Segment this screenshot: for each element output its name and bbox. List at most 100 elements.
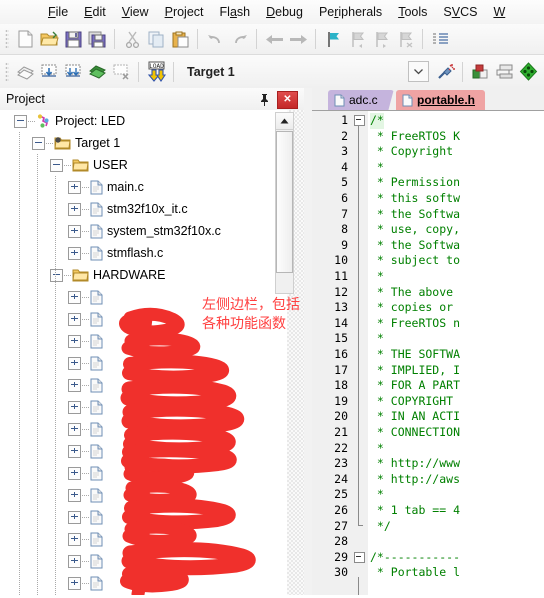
multi-project-icon[interactable]	[492, 60, 516, 84]
code-line[interactable]: 2 * FreeRTOS K	[312, 129, 544, 145]
code-line[interactable]: 20 * IN AN ACTI	[312, 409, 544, 425]
tree-expand-icon[interactable]	[68, 356, 81, 370]
tree-item-redacted[interactable]	[0, 308, 287, 330]
tree-expand-icon[interactable]	[68, 224, 81, 238]
bookmark-toggle-icon[interactable]	[321, 27, 345, 51]
editor-tab-portable-h[interactable]: portable.h	[396, 90, 486, 110]
menu-item-peripherals[interactable]: Peripherals	[311, 2, 390, 22]
tree-expand-icon[interactable]	[68, 576, 81, 590]
tree-item-redacted[interactable]	[0, 440, 287, 462]
tree-item-redacted[interactable]	[0, 462, 287, 484]
tree-expand-icon[interactable]	[68, 378, 81, 392]
tree-expand-icon[interactable]	[68, 466, 81, 480]
panel-splitter[interactable]	[304, 88, 312, 595]
code-line[interactable]: 24 * http://aws	[312, 472, 544, 488]
code-line[interactable]: 4 *	[312, 160, 544, 176]
project-tree-scrollbar[interactable]	[275, 112, 294, 294]
code-line[interactable]: 27 */	[312, 519, 544, 535]
code-line[interactable]: 8 * use, copy,	[312, 222, 544, 238]
tree-item-redacted[interactable]	[0, 396, 287, 418]
code-line[interactable]: 21 * CONNECTION	[312, 425, 544, 441]
code-line[interactable]: 23 * http://www	[312, 456, 544, 472]
bookmark-next-icon[interactable]	[369, 27, 393, 51]
close-icon[interactable]: ✕	[277, 91, 298, 109]
toolbar-grip[interactable]	[5, 61, 9, 82]
bookmark-prev-icon[interactable]	[345, 27, 369, 51]
menu-item-w[interactable]: W	[485, 2, 513, 22]
menu-item-project[interactable]: Project	[157, 2, 212, 22]
tree-item-hardware[interactable]: HARDWARE	[0, 264, 287, 286]
tree-expand-icon[interactable]	[68, 334, 81, 348]
code-line[interactable]: 12 * The above	[312, 285, 544, 301]
tree-item-redacted[interactable]	[0, 484, 287, 506]
code-line[interactable]: 19 * COPYRIGHT	[312, 394, 544, 410]
paste-icon[interactable]	[168, 27, 192, 51]
menu-item-edit[interactable]: Edit	[76, 2, 114, 22]
tree-item-stmflash-c[interactable]: stmflash.c	[0, 242, 287, 264]
tree-expand-icon[interactable]	[68, 202, 81, 216]
translate-icon[interactable]	[13, 60, 37, 84]
menu-item-flash[interactable]: Flash	[212, 2, 259, 22]
editor-tab-adc-c[interactable]: adc.c	[328, 90, 394, 110]
tree-item-redacted[interactable]	[0, 352, 287, 374]
build-icon[interactable]	[37, 60, 61, 84]
scroll-up-arrow-icon[interactable]	[276, 113, 293, 130]
menu-item-tools[interactable]: Tools	[390, 2, 435, 22]
menu-item-file[interactable]: File	[40, 2, 76, 22]
code-line[interactable]: 14 * FreeRTOS n	[312, 316, 544, 332]
code-line[interactable]: 5 * Permission	[312, 175, 544, 191]
save-icon[interactable]	[61, 27, 85, 51]
code-line[interactable]: 28	[312, 534, 544, 550]
code-view[interactable]: 1/* 2 * FreeRTOS K3 * Copyright 4 * 5 * Per…	[312, 110, 544, 595]
code-line[interactable]: 9 * the Softwa	[312, 238, 544, 254]
tree-item-system-stm32f10x-c[interactable]: system_stm32f10x.c	[0, 220, 287, 242]
tree-expand-icon[interactable]	[68, 422, 81, 436]
code-line[interactable]: 7 * the Softwa	[312, 207, 544, 223]
code-line[interactable]: 26 * 1 tab == 4	[312, 503, 544, 519]
code-line[interactable]: 22 *	[312, 441, 544, 457]
menu-item-svcs[interactable]: SVCS	[435, 2, 485, 22]
code-line[interactable]: 1 /*	[312, 113, 544, 129]
menu-item-view[interactable]: View	[114, 2, 157, 22]
tree-expand-icon[interactable]	[68, 312, 81, 326]
code-line[interactable]: 6 * this softw	[312, 191, 544, 207]
tree-expand-icon[interactable]	[68, 400, 81, 414]
tree-item-redacted[interactable]	[0, 374, 287, 396]
fold-toggle-icon[interactable]	[354, 551, 365, 563]
menu-item-debug[interactable]: Debug	[258, 2, 311, 22]
redo-icon[interactable]	[227, 27, 251, 51]
copy-icon[interactable]	[144, 27, 168, 51]
code-line[interactable]: 18 * FOR A PART	[312, 378, 544, 394]
tree-item-redacted[interactable]	[0, 572, 287, 594]
target-selector-label[interactable]: Target 1	[187, 65, 235, 79]
code-line[interactable]: 30 * Portable l	[312, 565, 544, 581]
tree-item-stm32f10x-it-c[interactable]: stm32f10x_it.c	[0, 198, 287, 220]
code-line[interactable]: 13 * copies or	[312, 300, 544, 316]
stop-build-icon[interactable]	[109, 60, 133, 84]
batch-build-icon[interactable]	[85, 60, 109, 84]
scrollbar-thumb[interactable]	[276, 131, 293, 273]
code-line[interactable]: 25 *	[312, 487, 544, 503]
tree-item-redacted[interactable]	[0, 550, 287, 572]
code-line[interactable]: 10 * subject to	[312, 253, 544, 269]
tree-item-project-led[interactable]: Project: LED	[0, 110, 287, 132]
pin-icon[interactable]	[257, 91, 271, 107]
tree-expand-icon[interactable]	[68, 554, 81, 568]
new-file-icon[interactable]	[13, 27, 37, 51]
tree-item-main-c[interactable]: main.c	[0, 176, 287, 198]
project-tree[interactable]: Project: LED Target 1 USER main.c stm32f10x_…	[0, 110, 287, 595]
download-icon[interactable]: LOAD	[144, 60, 168, 84]
tree-expand-icon[interactable]	[68, 488, 81, 502]
tree-collapse-icon[interactable]	[50, 268, 63, 282]
bookmark-clear-icon[interactable]	[393, 27, 417, 51]
navigate-back-icon[interactable]	[262, 27, 286, 51]
tree-item-redacted[interactable]	[0, 286, 287, 308]
tree-collapse-icon[interactable]	[50, 158, 63, 172]
tree-item-redacted[interactable]	[0, 528, 287, 550]
tree-expand-icon[interactable]	[68, 532, 81, 546]
tree-expand-icon[interactable]	[68, 180, 81, 194]
code-line[interactable]: 29 /*-----------	[312, 550, 544, 566]
rebuild-icon[interactable]	[61, 60, 85, 84]
tree-item-user[interactable]: USER	[0, 154, 287, 176]
tree-item-target-1[interactable]: Target 1	[0, 132, 287, 154]
